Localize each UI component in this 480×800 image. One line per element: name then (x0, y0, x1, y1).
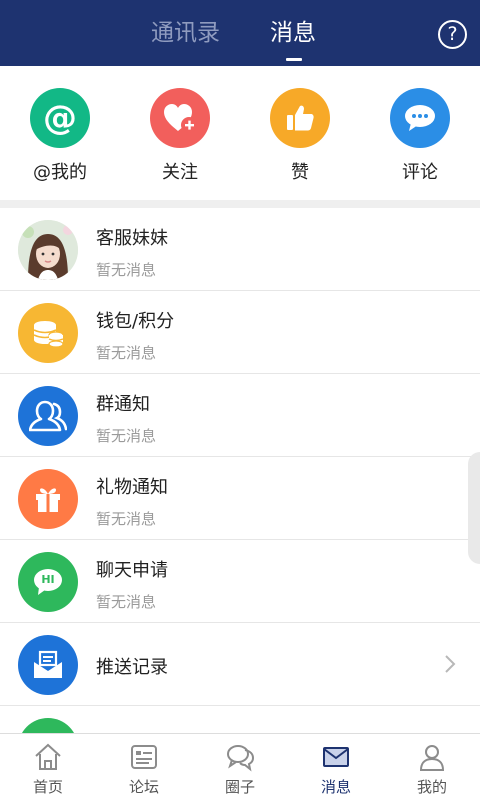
hi-text: HI (41, 573, 55, 586)
item-title: 推送记录 (96, 657, 168, 678)
hi-chat-icon: HI (18, 552, 78, 612)
list-item-group-notice[interactable]: 群通知 暂无消息 (0, 374, 480, 457)
bottom-nav: 首页 论坛 圈子 消息 我的 (0, 733, 480, 800)
quick-action-label: 评论 (402, 162, 438, 183)
quick-action-follow[interactable]: 关注 (130, 88, 230, 188)
quick-action-mentions[interactable]: @ @我的 (10, 88, 110, 188)
item-subtitle: 暂无消息 (96, 510, 157, 528)
list-item-wallet[interactable]: 钱包/积分 暂无消息 (0, 291, 480, 374)
tab-contacts[interactable]: 通讯录 (151, 18, 220, 48)
item-title: 聊天申请 (96, 560, 168, 581)
quick-action-label: @我的 (33, 162, 87, 183)
nav-label: 论坛 (128, 778, 159, 796)
item-subtitle: 暂无消息 (96, 261, 157, 279)
nav-label: 消息 (320, 778, 351, 796)
thumbs-up-icon (270, 88, 330, 148)
home-icon (35, 743, 61, 770)
active-tab-indicator (286, 58, 302, 61)
chat-bubbles-icon (227, 745, 255, 772)
nav-circle[interactable]: 圈子 (192, 734, 288, 800)
comment-icon (390, 88, 450, 148)
quick-actions-row: @ @我的 关注 赞 评论 (0, 66, 480, 200)
quick-action-label: 关注 (162, 162, 198, 183)
quick-action-likes[interactable]: 赞 (250, 88, 350, 188)
quick-action-label: 赞 (291, 162, 309, 183)
message-list: 客服妹妹 暂无消息 钱包/积分 暂无消息 群通知 暂无消息 礼物通知 暂无消息 … (0, 208, 480, 789)
side-pull-handle[interactable] (468, 452, 480, 564)
item-title: 钱包/积分 (96, 311, 175, 332)
item-title: 群通知 (96, 394, 150, 415)
heart-plus-icon (150, 88, 210, 148)
avatar (18, 220, 78, 280)
nav-forum[interactable]: 论坛 (96, 734, 192, 800)
gift-icon (18, 469, 78, 529)
nav-label: 圈子 (224, 778, 255, 796)
nav-messages[interactable]: 消息 (288, 734, 384, 800)
list-item-gift-notice[interactable]: 礼物通知 暂无消息 (0, 457, 480, 540)
section-divider (0, 200, 480, 208)
nav-label: 首页 (32, 778, 63, 796)
list-item-customer-service[interactable]: 客服妹妹 暂无消息 (0, 208, 480, 291)
list-item-chat-request[interactable]: HI 聊天申请 暂无消息 (0, 540, 480, 623)
coins-icon (18, 303, 78, 363)
user-icon (419, 745, 445, 771)
item-subtitle: 暂无消息 (96, 344, 157, 362)
mail-icon (323, 747, 349, 767)
quick-action-comments[interactable]: 评论 (370, 88, 470, 188)
help-button[interactable]: ? (438, 20, 467, 49)
forum-icon (131, 745, 157, 769)
top-header: 通讯录 消息 ? (0, 0, 480, 66)
nav-profile[interactable]: 我的 (384, 734, 480, 800)
group-icon (18, 386, 78, 446)
tab-messages[interactable]: 消息 (270, 18, 316, 48)
chevron-right-icon (445, 655, 456, 673)
item-subtitle: 暂无消息 (96, 427, 157, 445)
item-subtitle: 暂无消息 (96, 593, 157, 611)
item-title: 客服妹妹 (96, 228, 168, 249)
at-icon: @ (30, 88, 90, 148)
nav-home[interactable]: 首页 (0, 734, 96, 800)
nav-label: 我的 (416, 778, 447, 796)
item-title: 礼物通知 (96, 477, 168, 498)
list-item-push-records[interactable]: 推送记录 (0, 623, 480, 706)
inbox-icon (18, 635, 78, 695)
